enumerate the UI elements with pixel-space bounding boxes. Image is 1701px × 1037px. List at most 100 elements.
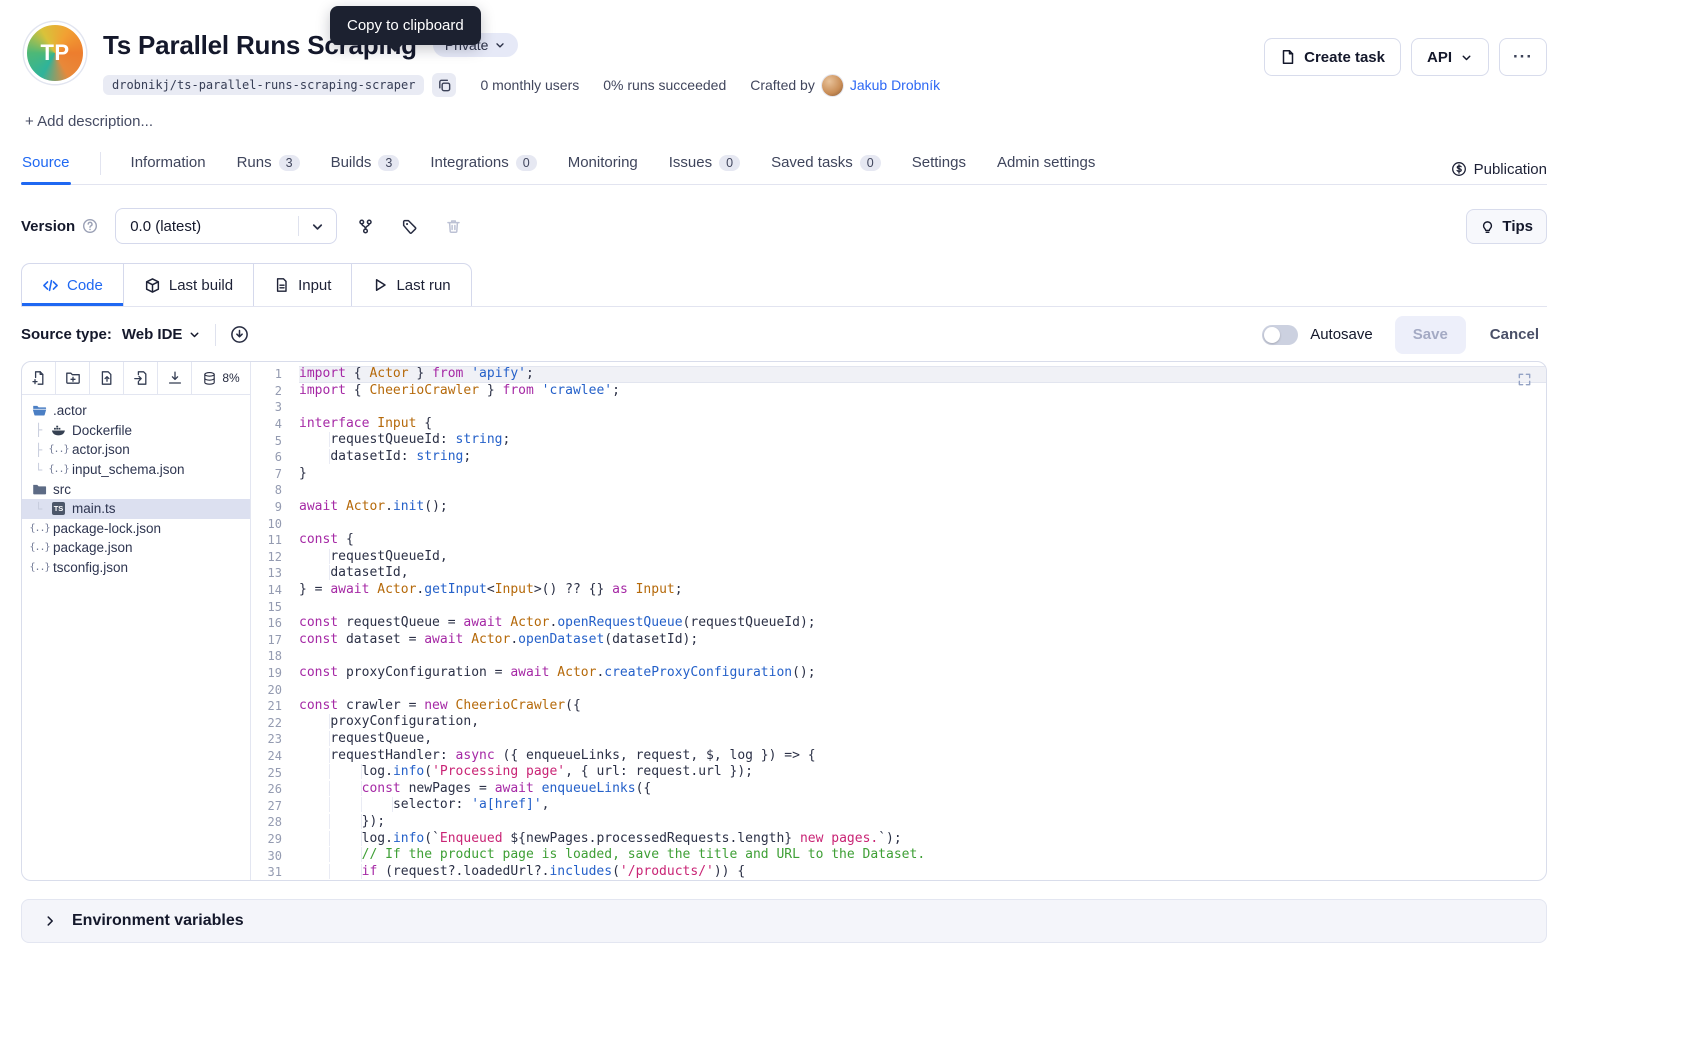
code-line[interactable]: 10 — [251, 515, 1546, 532]
save-button[interactable]: Save — [1395, 316, 1466, 354]
line-number: 7 — [251, 467, 299, 481]
code-line[interactable]: 4interface Input { — [251, 416, 1546, 433]
tree-item-actor-json[interactable]: ├{..}actor.json — [22, 440, 250, 460]
version-select[interactable]: 0.0 (latest) — [115, 208, 337, 244]
code-line[interactable]: 2import { CheerioCrawler } from 'crawlee… — [251, 383, 1546, 400]
code-line[interactable]: 30 // If the product page is loaded, sav… — [251, 847, 1546, 864]
tree-item-dockerfile[interactable]: ├Dockerfile — [22, 421, 250, 441]
copy-button[interactable] — [432, 73, 456, 97]
cancel-button[interactable]: Cancel — [1482, 326, 1547, 343]
code-line[interactable]: 19const proxyConfiguration = await Actor… — [251, 665, 1546, 682]
branch-version-button[interactable] — [349, 210, 381, 242]
code-line[interactable]: 6 datasetId: string; — [251, 449, 1546, 466]
source-view-tabs: CodeLast buildInput Last run — [21, 263, 472, 306]
tree-item-package-lock-json[interactable]: {..}package-lock.json — [22, 519, 250, 539]
tab-monitoring[interactable]: Monitoring — [567, 145, 639, 184]
tab-saved-tasks[interactable]: Saved tasks0 — [770, 145, 882, 184]
tab-label: Integrations — [430, 154, 508, 171]
code-line[interactable]: 28 }); — [251, 814, 1546, 831]
code-text: requestHandler: async ({ enqueueLinks, r… — [299, 748, 1546, 765]
api-button[interactable]: API — [1411, 38, 1489, 76]
code-line[interactable]: 29 log.info(`Enqueued ${newPages.process… — [251, 831, 1546, 848]
json-file-icon: {..} — [50, 444, 67, 455]
git-branch-icon — [357, 218, 374, 235]
fullscreen-button[interactable] — [1517, 372, 1532, 387]
code-pane[interactable]: 1import { Actor } from 'apify';2import {… — [251, 362, 1546, 880]
import-file-button[interactable] — [124, 362, 158, 394]
environment-variables-panel[interactable]: Environment variables — [21, 899, 1547, 943]
more-actions-button[interactable]: ··· — [1499, 38, 1547, 76]
code-line[interactable]: 31 if (request?.loadedUrl?.includes('/pr… — [251, 864, 1546, 880]
tree-item-label: package-lock.json — [53, 521, 161, 536]
code-line[interactable]: 15 — [251, 598, 1546, 615]
code-line[interactable]: 23 requestQueue, — [251, 731, 1546, 748]
line-number: 13 — [251, 566, 299, 580]
tab-source[interactable]: Source — [21, 145, 71, 184]
help-icon[interactable] — [82, 218, 98, 234]
source-tab-label: Last run — [396, 277, 450, 294]
source-tab-input[interactable]: Input — [254, 264, 352, 306]
tree-item-package-json[interactable]: {..}package.json — [22, 538, 250, 558]
code-line[interactable]: 21const crawler = new CheerioCrawler({ — [251, 698, 1546, 715]
source-tab-code[interactable]: Code — [22, 264, 124, 306]
download-files-button[interactable] — [158, 362, 192, 394]
tree-item-label: Dockerfile — [72, 423, 132, 438]
code-line[interactable]: 14} = await Actor.getInput<Input>() ?? {… — [251, 582, 1546, 599]
code-line[interactable]: 7} — [251, 466, 1546, 483]
source-tab-last-run[interactable]: Last run — [352, 264, 470, 306]
code-line[interactable]: 24 requestHandler: async ({ enqueueLinks… — [251, 748, 1546, 765]
file-icon — [274, 277, 290, 293]
code-line[interactable]: 12 requestQueueId, — [251, 549, 1546, 566]
create-task-button[interactable]: Create task — [1264, 38, 1401, 76]
breadcrumb[interactable]: drobnikj/ts-parallel-runs-scraping-scrap… — [103, 75, 424, 95]
line-number: 8 — [251, 483, 299, 497]
upload-file-button[interactable] — [90, 362, 124, 394]
tab-publication[interactable]: Publication — [1451, 145, 1547, 184]
tab-runs[interactable]: Runs3 — [236, 145, 301, 184]
json-file-icon: {..} — [31, 542, 48, 553]
tree-item-label: src — [53, 482, 71, 497]
tree-item--actor[interactable]: .actor — [22, 401, 250, 421]
code-line[interactable]: 1import { Actor } from 'apify'; — [251, 366, 1546, 383]
tab-settings[interactable]: Settings — [911, 145, 967, 184]
code-line[interactable]: 26 const newPages = await enqueueLinks({ — [251, 781, 1546, 798]
source-tab-last-build[interactable]: Last build — [124, 264, 254, 306]
code-line[interactable]: 9await Actor.init(); — [251, 499, 1546, 516]
code-line[interactable]: 16const requestQueue = await Actor.openR… — [251, 615, 1546, 632]
code-line[interactable]: 18 — [251, 648, 1546, 665]
tab-label: Monitoring — [568, 154, 638, 171]
code-line[interactable]: 11const { — [251, 532, 1546, 549]
delete-version-button[interactable] — [437, 210, 469, 242]
tab-builds[interactable]: Builds3 — [330, 145, 401, 184]
runs-succeeded-stat: 0% runs succeeded — [603, 77, 726, 93]
source-type-select[interactable]: Web IDE — [122, 326, 202, 343]
actor-detail-page: Copy to clipboard TP Ts Parallel Runs Sc… — [0, 0, 1701, 1037]
code-line[interactable]: 5 requestQueueId: string; — [251, 432, 1546, 449]
tab-issues[interactable]: Issues0 — [668, 145, 741, 184]
new-folder-button[interactable] — [56, 362, 90, 394]
author-link[interactable]: Jakub Drobník — [850, 77, 940, 93]
code-line[interactable]: 22 proxyConfiguration, — [251, 714, 1546, 731]
code-line[interactable]: 17const dataset = await Actor.openDatase… — [251, 632, 1546, 649]
add-description-button[interactable]: + Add description... — [25, 113, 1547, 130]
code-line[interactable]: 13 datasetId, — [251, 565, 1546, 582]
new-file-button[interactable] — [22, 362, 56, 394]
tree-item-tsconfig-json[interactable]: {..}tsconfig.json — [22, 558, 250, 578]
actor-avatar: TP — [24, 22, 86, 84]
tab-information[interactable]: Information — [130, 145, 207, 184]
download-source-button[interactable] — [230, 325, 249, 344]
code-line[interactable]: 8 — [251, 482, 1546, 499]
tag-version-button[interactable] — [393, 210, 425, 242]
tab-integrations[interactable]: Integrations0 — [429, 145, 537, 184]
code-line[interactable]: 20 — [251, 681, 1546, 698]
tab-admin-settings[interactable]: Admin settings — [996, 145, 1096, 184]
crafted-by: Crafted by Jakub Drobník — [750, 75, 940, 96]
tree-item-main-ts[interactable]: └TSmain.ts — [22, 499, 250, 519]
code-line[interactable]: 27 selector: 'a[href]', — [251, 797, 1546, 814]
tree-item-input-schema-json[interactable]: └{..}input_schema.json — [22, 460, 250, 480]
tips-button[interactable]: Tips — [1466, 209, 1547, 244]
tree-item-src[interactable]: src — [22, 479, 250, 499]
autosave-toggle[interactable] — [1262, 325, 1298, 345]
code-line[interactable]: 25 log.info('Processing page', { url: re… — [251, 764, 1546, 781]
code-line[interactable]: 3 — [251, 399, 1546, 416]
